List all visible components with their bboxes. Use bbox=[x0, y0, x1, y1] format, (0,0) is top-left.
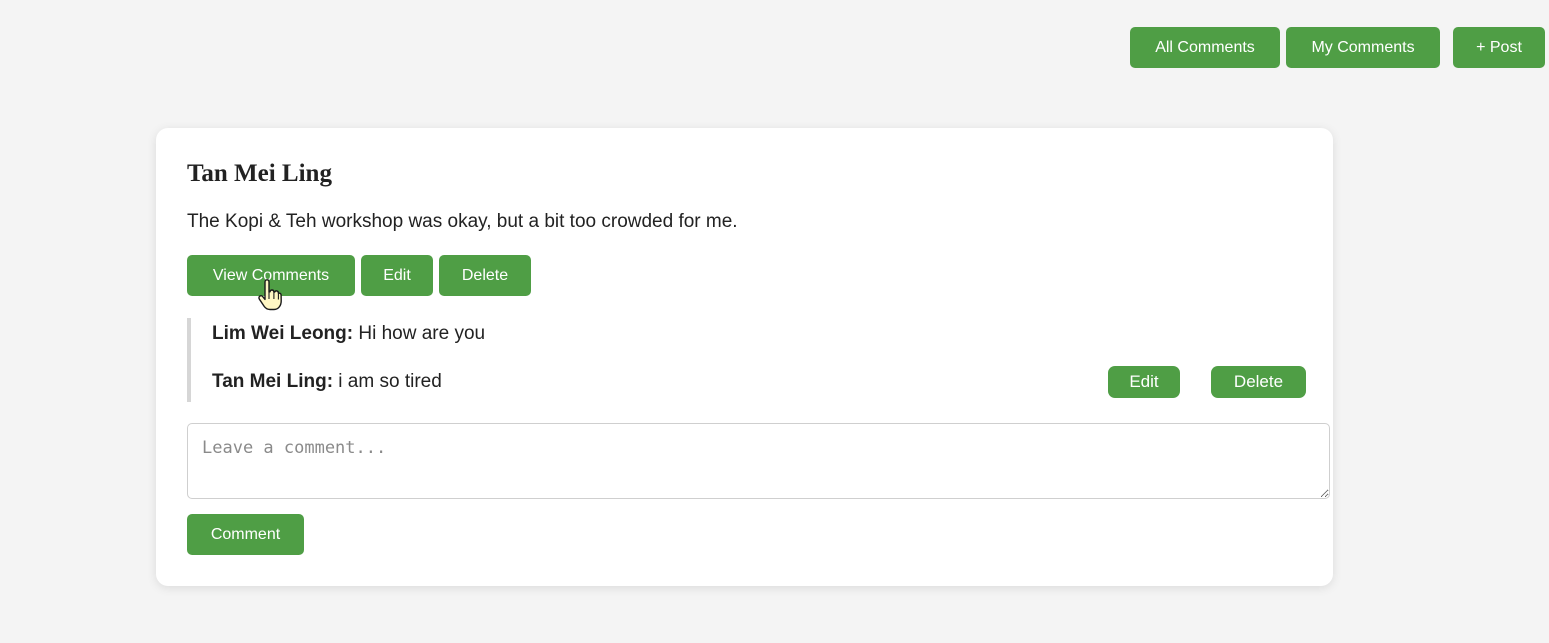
comment-actions: Edit Delete bbox=[1108, 366, 1306, 398]
edit-post-button[interactable]: Edit bbox=[361, 255, 433, 296]
delete-comment-button[interactable]: Delete bbox=[1211, 366, 1306, 398]
comment-item: Tan Mei Ling: i am so tired bbox=[212, 370, 442, 394]
comment-author: Tan Mei Ling: bbox=[212, 371, 334, 392]
submit-comment-button[interactable]: Comment bbox=[187, 514, 304, 555]
post-body: The Kopi & Teh workshop was okay, but a … bbox=[187, 211, 738, 232]
post-card: Tan Mei Ling The Kopi & Teh workshop was… bbox=[156, 128, 1333, 586]
comment-text: Hi how are you bbox=[353, 323, 486, 344]
new-post-button[interactable]: + Post bbox=[1453, 27, 1545, 68]
comment-text: i am so tired bbox=[333, 371, 442, 392]
comment-author: Lim Wei Leong: bbox=[212, 323, 354, 344]
post-actions: View Comments Edit Delete bbox=[187, 255, 531, 296]
top-navigation: All Comments My Comments + Post bbox=[1130, 27, 1545, 68]
comments-list: Lim Wei Leong: Hi how are you Tan Mei Li… bbox=[187, 318, 1306, 402]
comment-item: Lim Wei Leong: Hi how are you bbox=[212, 322, 485, 346]
edit-comment-button[interactable]: Edit bbox=[1108, 366, 1180, 398]
comment-input[interactable] bbox=[187, 423, 1330, 499]
hand-pointer-icon bbox=[258, 279, 282, 311]
post-author: Tan Mei Ling bbox=[187, 160, 332, 187]
all-comments-button[interactable]: All Comments bbox=[1130, 27, 1280, 68]
delete-post-button[interactable]: Delete bbox=[439, 255, 531, 296]
my-comments-button[interactable]: My Comments bbox=[1286, 27, 1440, 68]
